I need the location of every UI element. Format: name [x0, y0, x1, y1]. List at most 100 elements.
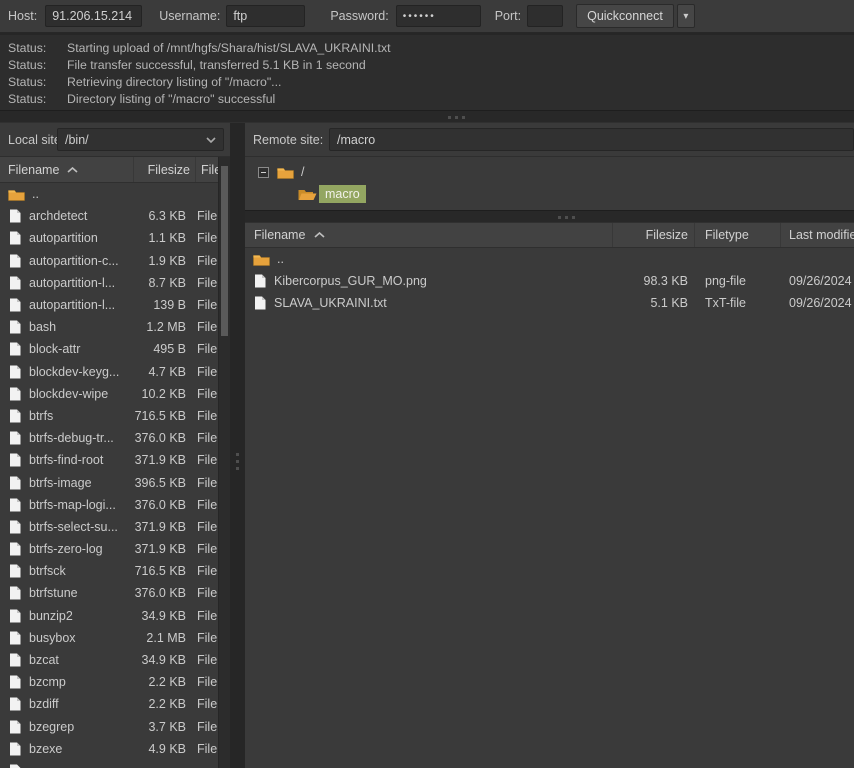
file-type: File	[192, 720, 218, 734]
file-icon	[9, 498, 21, 512]
quickconnect-dropdown-button[interactable]: ▾	[677, 4, 695, 28]
selected-folder-label[interactable]: macro	[319, 185, 366, 203]
local-file-row[interactable]: btrfs 716.5 KB File	[0, 405, 218, 427]
local-file-row[interactable]: block-attr 495 B File	[0, 338, 218, 360]
remote-column-last-modified[interactable]: Last modified	[781, 223, 854, 247]
file-icon	[9, 609, 21, 623]
remote-site-combobox[interactable]: /macro	[329, 128, 854, 151]
splitter-grip-icon	[448, 116, 465, 119]
file-name: autopartition-l...	[29, 298, 132, 312]
port-input[interactable]	[527, 5, 563, 27]
file-type: TxT-file	[695, 296, 781, 310]
local-site-combobox[interactable]: /bin/	[57, 128, 224, 151]
chevron-down-icon[interactable]	[199, 137, 223, 143]
local-file-row-partial	[0, 760, 218, 768]
file-size: 10.2 KB	[132, 387, 192, 401]
file-icon	[9, 631, 21, 645]
open-folder-icon	[298, 187, 317, 201]
file-icon	[9, 387, 21, 401]
file-name: bash	[29, 320, 132, 334]
local-file-row[interactable]: btrfs-zero-log 371.9 KB File	[0, 538, 218, 560]
remote-site-label: Remote site:	[253, 133, 323, 147]
status-line: Status: Starting upload of /mnt/hgfs/Sha…	[0, 40, 854, 57]
local-file-row[interactable]: bzdiff 2.2 KB File	[0, 693, 218, 715]
file-icon	[9, 231, 21, 245]
file-icon	[9, 254, 21, 268]
local-file-row[interactable]: btrfs-image 396.5 KB File	[0, 471, 218, 493]
remote-list-header: Filename Filesize Filetype Last modified	[245, 223, 854, 248]
file-size: 3.7 KB	[132, 720, 192, 734]
username-input[interactable]	[226, 5, 305, 27]
local-file-row[interactable]: autopartition-c... 1.9 KB File	[0, 250, 218, 272]
remote-file-row[interactable]: Kibercorpus_GUR_MO.png 98.3 KB png-file …	[245, 270, 854, 292]
file-icon	[9, 653, 21, 667]
quickconnect-button[interactable]: Quickconnect	[576, 4, 674, 28]
local-file-row[interactable]: archdetect 6.3 KB File	[0, 205, 218, 227]
file-size: 376.0 KB	[132, 431, 192, 445]
local-site-row: Local site: /bin/	[0, 123, 230, 157]
local-file-row[interactable]: btrfs-debug-tr... 376.0 KB File	[0, 427, 218, 449]
remote-column-filename[interactable]: Filename	[245, 223, 613, 247]
local-scrollbar-thumb[interactable]	[221, 166, 228, 336]
file-size: 5.1 KB	[613, 296, 695, 310]
local-file-row[interactable]: bzegrep 3.7 KB File	[0, 716, 218, 738]
file-name: autopartition-c...	[29, 254, 132, 268]
local-file-row[interactable]: bzcat 34.9 KB File	[0, 649, 218, 671]
file-size: 371.9 KB	[132, 520, 192, 534]
local-file-row[interactable]: bash 1.2 MB File	[0, 316, 218, 338]
port-label: Port:	[495, 9, 521, 23]
remote-parent-dir-row[interactable]: ..	[245, 248, 854, 270]
tree-root-row[interactable]: /	[245, 161, 854, 183]
local-file-row[interactable]: btrfs-select-su... 371.9 KB File	[0, 516, 218, 538]
file-type: File	[192, 476, 218, 490]
local-file-row[interactable]: bzcmp 2.2 KB File	[0, 671, 218, 693]
local-file-row[interactable]: blockdev-wipe 10.2 KB File	[0, 383, 218, 405]
file-type: File	[192, 276, 218, 290]
local-file-row[interactable]: bzexe 4.9 KB File	[0, 738, 218, 760]
host-label: Host:	[8, 9, 37, 23]
local-file-row[interactable]: blockdev-keyg... 4.7 KB File	[0, 361, 218, 383]
local-file-row[interactable]: autopartition 1.1 KB File	[0, 227, 218, 249]
file-name: blockdev-keyg...	[29, 365, 132, 379]
local-file-row[interactable]: btrfs-find-root 371.9 KB File	[0, 449, 218, 471]
quickconnect-bar: Host: Username: Password: Port: Quickcon…	[0, 0, 854, 33]
tree-macro-row[interactable]: macro	[245, 183, 854, 205]
remote-directory-tree: / macro	[245, 157, 854, 210]
file-icon	[9, 298, 21, 312]
file-name: btrfs-find-root	[29, 453, 132, 467]
local-file-row[interactable]: bunzip2 34.9 KB File	[0, 605, 218, 627]
log-splitter[interactable]	[0, 110, 854, 123]
remote-column-filetype[interactable]: Filetype	[695, 223, 781, 247]
panel-divider[interactable]	[230, 123, 245, 768]
local-vertical-scrollbar[interactable]	[218, 157, 230, 768]
local-file-row[interactable]: busybox 2.1 MB File	[0, 627, 218, 649]
remote-splitter[interactable]	[245, 210, 854, 223]
remote-file-row[interactable]: SLAVA_UKRAINI.txt 5.1 KB TxT-file 09/26/…	[245, 292, 854, 314]
password-input[interactable]	[396, 5, 481, 27]
dropdown-arrow-icon: ▾	[683, 11, 688, 22]
file-name: bzegrep	[29, 720, 132, 734]
host-input[interactable]	[45, 5, 142, 27]
file-icon	[254, 274, 266, 288]
remote-column-filesize[interactable]: Filesize	[613, 223, 695, 247]
local-file-row[interactable]: btrfsck 716.5 KB File	[0, 560, 218, 582]
status-line: Status: Directory listing of "/macro" su…	[0, 91, 854, 108]
username-label: Username:	[159, 9, 220, 23]
file-size: 396.5 KB	[132, 476, 192, 490]
local-column-filesize[interactable]: Filesize	[134, 157, 196, 182]
collapse-icon[interactable]	[258, 167, 269, 178]
local-file-row[interactable]: autopartition-l... 139 B File	[0, 294, 218, 316]
local-list-header: Filename Filesize Filetype	[0, 157, 230, 183]
file-size: 1.9 KB	[132, 254, 192, 268]
file-name: SLAVA_UKRAINI.txt	[274, 296, 613, 310]
file-name: autopartition	[29, 231, 132, 245]
local-parent-dir-row[interactable]: ..	[0, 183, 218, 205]
file-type: File	[192, 342, 218, 356]
local-file-row[interactable]: autopartition-l... 8.7 KB File	[0, 272, 218, 294]
local-file-row[interactable]: btrfs-map-logi... 376.0 KB File	[0, 494, 218, 516]
file-name: btrfs-image	[29, 476, 132, 490]
file-type: File	[192, 564, 218, 578]
local-file-row[interactable]: btrfstune 376.0 KB File	[0, 582, 218, 604]
local-column-filename[interactable]: Filename	[0, 157, 134, 182]
file-type: File	[192, 542, 218, 556]
